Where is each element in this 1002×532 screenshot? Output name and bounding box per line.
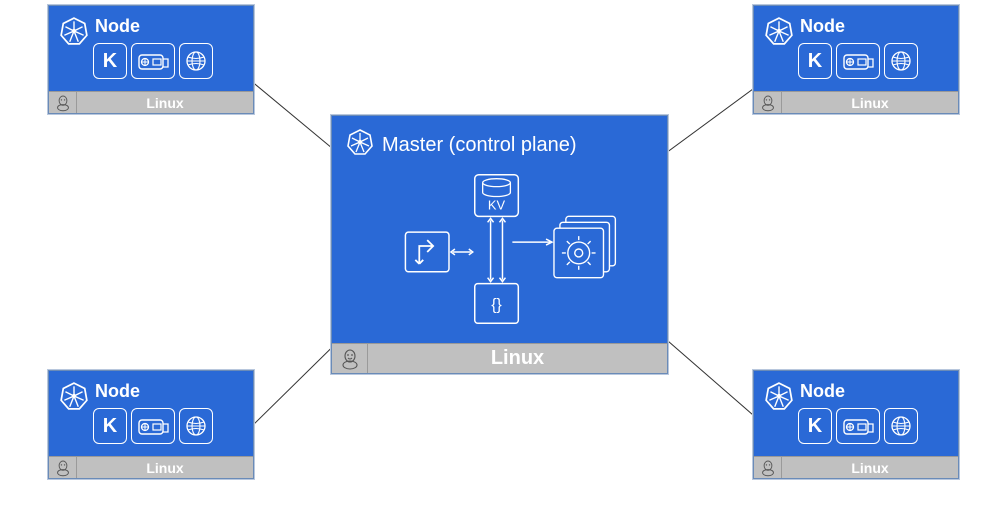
kubelet-icon: K (798, 408, 832, 444)
kubernetes-icon (346, 128, 374, 162)
linux-penguin-icon (754, 92, 782, 113)
node-os-label: Linux (77, 460, 253, 476)
node-top-right: Node K Linux (753, 5, 959, 114)
linux-penguin-icon (49, 92, 77, 113)
kv-label: KV (488, 197, 506, 212)
node-icon-row: K (798, 408, 918, 444)
kubernetes-icon (764, 16, 794, 51)
node-body: Node K (49, 371, 253, 456)
node-footer: Linux (49, 91, 253, 113)
controllers-icon (554, 216, 615, 277)
kv-store-icon: KV (475, 175, 519, 217)
node-bottom-right: Node K Linux (753, 370, 959, 479)
container-engine-icon (836, 43, 880, 79)
node-icon-row: K (798, 43, 918, 79)
api-router-icon (405, 232, 449, 272)
scheduler-label: {} (491, 296, 502, 313)
master-title: Master (control plane) (382, 134, 577, 157)
node-os-label: Linux (782, 95, 958, 111)
container-engine-icon (836, 408, 880, 444)
linux-penguin-icon (49, 457, 77, 478)
master-header: Master (control plane) (346, 128, 653, 162)
kubelet-icon: K (93, 43, 127, 79)
node-footer: Linux (754, 91, 958, 113)
node-title: Node (95, 16, 213, 37)
network-globe-icon (884, 408, 918, 444)
network-globe-icon (884, 43, 918, 79)
master-panel: Master (control plane) KV {} (331, 115, 668, 374)
scheduler-icon: {} (475, 284, 519, 324)
node-top-left: Node K Linux (48, 5, 254, 114)
node-icon-row: K (93, 43, 213, 79)
node-body: Node K (754, 6, 958, 91)
node-body: Node K (49, 6, 253, 91)
kubernetes-icon (59, 16, 89, 51)
master-body: Master (control plane) KV {} (332, 116, 667, 343)
node-footer: Linux (49, 456, 253, 478)
node-title: Node (800, 381, 918, 402)
node-title: Node (95, 381, 213, 402)
master-os-label: Linux (368, 347, 667, 370)
network-globe-icon (179, 408, 213, 444)
kubernetes-icon (59, 381, 89, 416)
node-icon-row: K (93, 408, 213, 444)
node-os-label: Linux (77, 95, 253, 111)
node-footer: Linux (754, 456, 958, 478)
container-engine-icon (131, 43, 175, 79)
container-engine-icon (131, 408, 175, 444)
node-title: Node (800, 16, 918, 37)
linux-penguin-icon (754, 457, 782, 478)
network-globe-icon (179, 43, 213, 79)
node-body: Node K (754, 371, 958, 456)
node-bottom-left: Node K Linux (48, 370, 254, 479)
master-footer: Linux (332, 343, 667, 373)
master-internal-diagram: KV {} (346, 172, 653, 327)
kubelet-icon: K (798, 43, 832, 79)
arrows (451, 218, 552, 281)
kubelet-icon: K (93, 408, 127, 444)
kubernetes-icon (764, 381, 794, 416)
node-os-label: Linux (782, 460, 958, 476)
linux-penguin-icon (332, 344, 368, 373)
